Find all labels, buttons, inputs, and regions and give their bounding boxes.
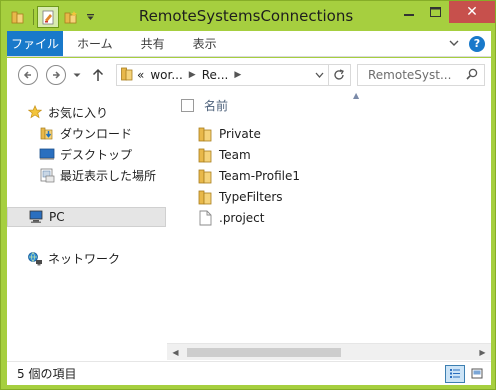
search-box[interactable] bbox=[357, 64, 485, 86]
refresh-button[interactable] bbox=[327, 64, 351, 86]
nav-item-favorites[interactable]: お気に入り bbox=[27, 102, 165, 122]
nav-item-network[interactable]: ネットワーク bbox=[27, 248, 165, 268]
window-title: RemoteSystemsConnections bbox=[138, 7, 354, 25]
nav-item-recent[interactable]: 最近表示した場所 bbox=[39, 165, 165, 185]
breadcrumb-separator-icon[interactable]: ▶ bbox=[189, 70, 196, 80]
nav-item-downloads[interactable]: ダウンロード bbox=[39, 123, 165, 143]
address-bar[interactable]: « wor... ▶ Re... ▶ bbox=[116, 64, 329, 86]
nav-item-label: ダウンロード bbox=[60, 126, 133, 141]
nav-item-label: お気に入り bbox=[48, 105, 109, 120]
close-icon: ✕ bbox=[466, 4, 478, 20]
recent-places-icon bbox=[39, 167, 55, 183]
search-input[interactable] bbox=[368, 68, 454, 82]
large-icons-view-button[interactable] bbox=[467, 365, 487, 383]
folder-icon bbox=[197, 147, 213, 163]
file-name: TypeFilters bbox=[219, 190, 283, 204]
breadcrumb-overflow[interactable]: « bbox=[137, 68, 144, 82]
navigation-bar: « wor... ▶ Re... ▶ bbox=[7, 58, 491, 90]
file-name: Team-Profile1 bbox=[219, 169, 300, 183]
details-view-icon bbox=[450, 369, 460, 378]
downloads-icon bbox=[39, 125, 55, 141]
status-bar: 5 個の項目 bbox=[7, 361, 491, 385]
sort-ascending-icon: ▲ bbox=[353, 91, 360, 100]
tab-view[interactable]: 表示 bbox=[179, 31, 231, 56]
column-header-name[interactable]: 名前 bbox=[204, 97, 228, 114]
recent-locations-button[interactable] bbox=[71, 64, 83, 86]
expand-ribbon-button[interactable] bbox=[445, 32, 463, 56]
list-item[interactable]: .project bbox=[197, 208, 397, 228]
folder-icon bbox=[197, 126, 213, 142]
file-list-pane: 名前 ▲ Private Team Team-Profile1 TypeFilt… bbox=[167, 90, 491, 361]
close-button[interactable]: ✕ bbox=[449, 1, 495, 23]
column-header-row: 名前 ▲ bbox=[167, 91, 491, 116]
list-item[interactable]: Team bbox=[197, 145, 397, 165]
list-item[interactable]: Private bbox=[197, 124, 397, 144]
tab-home[interactable]: ホーム bbox=[63, 31, 127, 56]
explorer-window: RemoteSystemsConnections ✕ ファイル ホーム 共有 表… bbox=[0, 0, 496, 390]
breadcrumb-item[interactable]: Re... bbox=[202, 68, 229, 82]
large-icons-view-icon bbox=[471, 368, 483, 379]
view-switcher bbox=[443, 364, 487, 383]
forward-button[interactable] bbox=[45, 64, 67, 86]
chevron-down-icon bbox=[73, 73, 81, 77]
back-button[interactable] bbox=[17, 64, 39, 86]
new-folder-icon[interactable] bbox=[60, 6, 82, 28]
navigation-pane: お気に入り ダウンロード デスクトップ 最近表示した場所 PC ネットワーク bbox=[7, 90, 167, 361]
title-bar[interactable]: RemoteSystemsConnections ✕ bbox=[1, 1, 495, 31]
breadcrumb-separator-icon[interactable]: ▶ bbox=[234, 70, 241, 80]
pc-icon bbox=[28, 209, 44, 225]
desktop-icon bbox=[39, 146, 55, 162]
minimize-icon bbox=[404, 14, 414, 16]
nav-item-label: デスクトップ bbox=[60, 147, 133, 162]
select-all-checkbox[interactable] bbox=[181, 98, 194, 112]
up-button[interactable] bbox=[87, 64, 109, 86]
forward-arrow-icon bbox=[46, 65, 66, 85]
chevron-down-icon bbox=[449, 40, 459, 46]
help-icon[interactable]: ? bbox=[469, 35, 485, 52]
details-view-button[interactable] bbox=[445, 364, 465, 383]
tab-share[interactable]: 共有 bbox=[127, 31, 179, 56]
minimize-button[interactable] bbox=[396, 1, 422, 23]
scroll-right-icon[interactable]: ▶ bbox=[474, 344, 491, 361]
tab-file[interactable]: ファイル bbox=[7, 31, 63, 56]
nav-item-pc[interactable]: PC bbox=[7, 207, 166, 227]
star-icon bbox=[27, 104, 43, 120]
file-name: Private bbox=[219, 127, 261, 141]
content-area: お気に入り ダウンロード デスクトップ 最近表示した場所 PC ネットワーク 名… bbox=[7, 90, 491, 361]
network-icon bbox=[27, 250, 43, 266]
scrollbar-thumb[interactable] bbox=[187, 348, 341, 357]
folder-icon bbox=[197, 168, 213, 184]
up-arrow-icon bbox=[92, 68, 104, 81]
maximize-icon bbox=[429, 7, 441, 17]
nav-item-desktop[interactable]: デスクトップ bbox=[39, 144, 165, 164]
refresh-icon bbox=[333, 69, 344, 80]
breadcrumb-item[interactable]: wor... bbox=[150, 68, 182, 82]
folder-icon bbox=[197, 189, 213, 205]
folder-icon bbox=[121, 67, 133, 84]
nav-item-label: PC bbox=[49, 210, 65, 224]
nav-item-label: ネットワーク bbox=[48, 251, 121, 266]
file-name: Team bbox=[219, 148, 251, 162]
back-arrow-icon bbox=[18, 65, 38, 85]
item-count: 5 個の項目 bbox=[17, 367, 77, 381]
scroll-left-icon[interactable]: ◀ bbox=[167, 344, 184, 361]
horizontal-scrollbar[interactable]: ◀ ▶ bbox=[167, 343, 491, 360]
ribbon-right: ? bbox=[445, 31, 491, 56]
properties-icon[interactable] bbox=[37, 6, 59, 28]
chevron-down-icon bbox=[315, 72, 324, 78]
list-item[interactable]: TypeFilters bbox=[197, 187, 397, 207]
address-history-button[interactable] bbox=[310, 65, 328, 85]
ribbon-tabs: ファイル ホーム 共有 表示 ? bbox=[7, 31, 491, 57]
folder-icon[interactable] bbox=[7, 6, 29, 28]
quick-access-toolbar bbox=[7, 6, 98, 28]
file-name: .project bbox=[219, 211, 265, 225]
file-icon bbox=[197, 210, 213, 226]
nav-item-label: 最近表示した場所 bbox=[60, 168, 157, 183]
qat-dropdown-icon[interactable] bbox=[83, 6, 97, 28]
maximize-button[interactable] bbox=[422, 1, 448, 23]
list-item[interactable]: Team-Profile1 bbox=[197, 166, 397, 186]
search-icon[interactable] bbox=[466, 68, 478, 83]
qat-separator bbox=[33, 9, 34, 25]
